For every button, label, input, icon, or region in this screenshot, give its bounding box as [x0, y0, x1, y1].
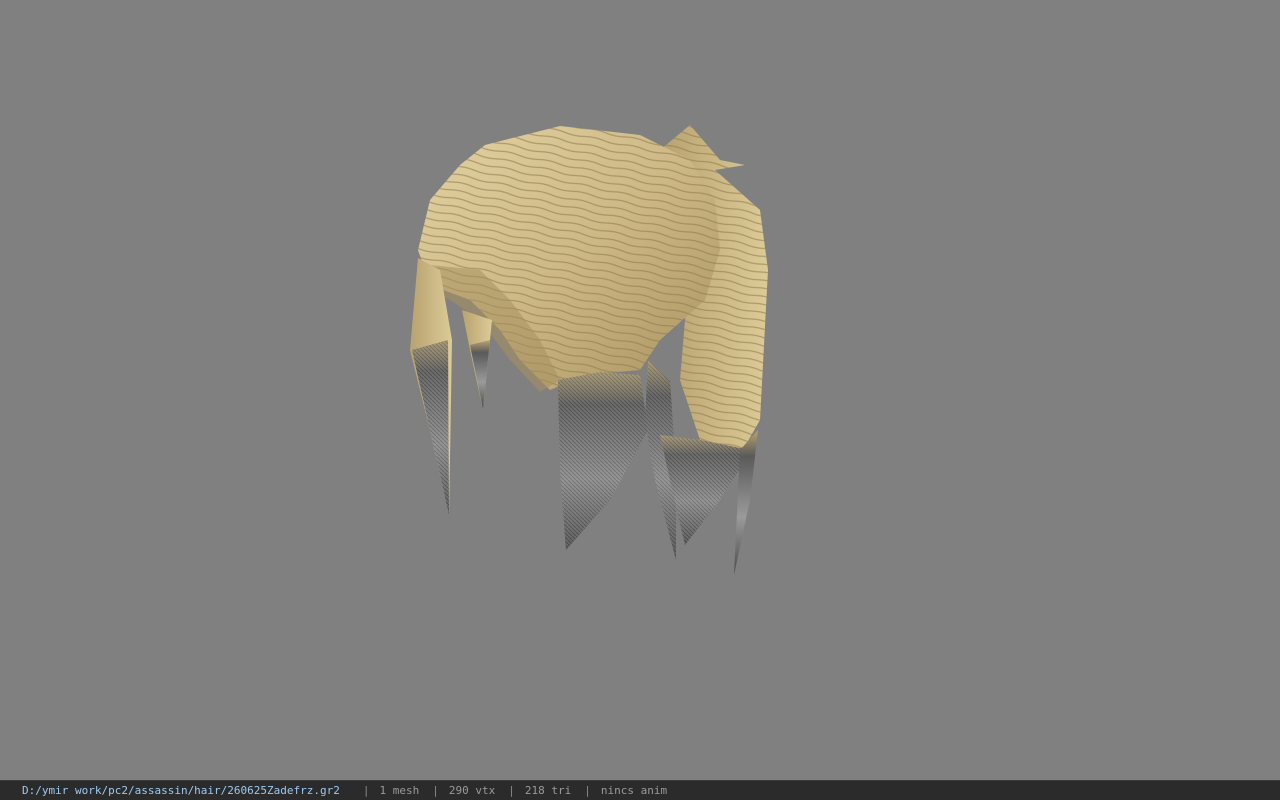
- hair-model[interactable]: [0, 0, 1280, 780]
- hair-main-mass: [418, 126, 720, 392]
- 3d-viewport[interactable]: [0, 0, 1280, 780]
- status-bar: D:/ymir work/pc2/assassin/hair/260625Zad…: [0, 780, 1280, 800]
- separator: |: [362, 784, 370, 797]
- hair-front-spikes: [558, 360, 676, 560]
- vertex-count: 290 vtx: [448, 784, 496, 797]
- separator: |: [508, 784, 515, 797]
- separator: |: [432, 784, 439, 797]
- separator: |: [584, 784, 591, 797]
- mesh-count: 1 mesh: [379, 784, 420, 797]
- triangle-count: 218 tri: [524, 784, 572, 797]
- file-path: D:/ymir work/pc2/assassin/hair/260625Zad…: [22, 784, 340, 797]
- animation-status: nincs anim: [600, 784, 668, 797]
